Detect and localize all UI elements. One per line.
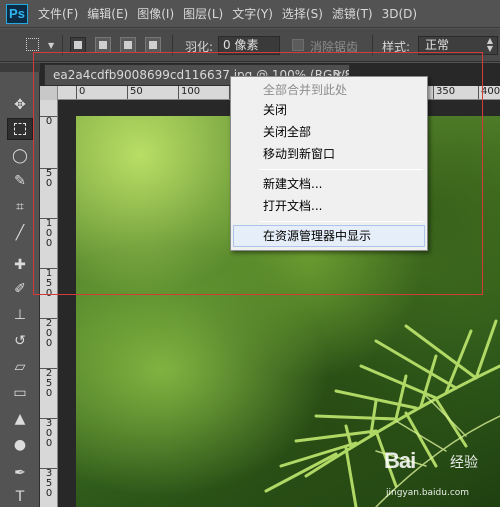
- menu-item-open-document[interactable]: 打开文档...: [233, 195, 425, 217]
- ruler-label: 400: [478, 86, 500, 99]
- eyedropper-icon[interactable]: ╱: [7, 222, 33, 244]
- ruler-label: 350: [433, 86, 455, 99]
- ruler-label: 100: [178, 86, 200, 99]
- ruler-label: 2 5 0: [40, 368, 57, 399]
- menu-item-move-to-new-window[interactable]: 移动到新窗口: [233, 143, 425, 165]
- baidu-logo: Bai: [384, 448, 416, 473]
- type-icon[interactable]: T: [7, 486, 33, 507]
- menu-item-show-in-explorer[interactable]: 在资源管理器中显示: [233, 225, 425, 247]
- dodge-icon[interactable]: ●: [7, 434, 33, 456]
- brush-icon[interactable]: ✐: [7, 278, 33, 300]
- marquee-preset-icon[interactable]: [26, 38, 39, 51]
- menu-edit[interactable]: 编辑(E): [87, 5, 137, 22]
- options-bar: ▼ 羽化: 0 像素 消除锯齿 样式: 正常 ▲ ▼: [0, 29, 500, 62]
- watermark-brand-text: 经验: [450, 455, 478, 471]
- menu-item-close-all[interactable]: 关闭全部: [233, 121, 425, 143]
- toolbar-header[interactable]: [0, 63, 40, 72]
- select-arrows-icon: ▲ ▼: [486, 36, 493, 53]
- baidu-watermark: Bai 经验 jingyan.baidu.com: [384, 444, 500, 507]
- menu-type[interactable]: 文字(Y): [232, 5, 282, 22]
- lasso-icon[interactable]: ◯: [7, 145, 33, 167]
- tools-panel: ✥ ◯ ✎ ⌗ ╱ ✚ ✐ ⊥ ↺ ▱ ▭ ▲ ● ✒ T: [0, 72, 40, 507]
- style-select-value: 正常: [425, 38, 450, 52]
- ruler-label: 3 0 0: [40, 418, 57, 449]
- ruler-label: 1 0 0: [40, 218, 57, 249]
- menu-separator: [259, 169, 423, 170]
- photoshop-logo: Ps: [6, 3, 28, 24]
- menu-bar: Ps 文件(F) 编辑(E) 图像(I) 图层(L) 文字(Y) 选择(S) 滤…: [0, 0, 500, 28]
- menu-file[interactable]: 文件(F): [38, 5, 87, 22]
- blur-icon[interactable]: ▲: [7, 408, 33, 430]
- ruler-label: 3 5 0: [40, 468, 57, 499]
- chevron-down-icon[interactable]: ▼: [48, 41, 54, 50]
- clone-stamp-icon[interactable]: ⊥: [7, 304, 33, 326]
- gradient-icon[interactable]: ▭: [7, 382, 33, 404]
- style-label: 样式:: [382, 40, 411, 54]
- feather-label: 羽化:: [185, 40, 214, 54]
- eraser-icon[interactable]: ▱: [7, 356, 33, 378]
- menu-separator: [259, 221, 423, 222]
- menu-3d[interactable]: 3D(D): [382, 7, 426, 21]
- menu-filter[interactable]: 滤镜(T): [332, 5, 382, 22]
- crop-icon[interactable]: ⌗: [7, 196, 33, 218]
- divider: [372, 35, 373, 55]
- add-to-selection-icon[interactable]: [95, 37, 111, 53]
- subtract-from-selection-icon[interactable]: [120, 37, 136, 53]
- antialias-label: 消除锯齿: [310, 40, 359, 54]
- intersect-selection-icon[interactable]: [145, 37, 161, 53]
- antialias-checkbox[interactable]: [292, 39, 304, 51]
- ruler-label: 0: [40, 116, 57, 127]
- pen-icon[interactable]: ✒: [7, 462, 33, 484]
- menu-item-merge-all: 全部合并到此处: [263, 83, 348, 97]
- ruler-label: 0: [76, 86, 85, 99]
- quick-select-icon[interactable]: ✎: [7, 170, 33, 192]
- ruler-label: 5 0: [40, 168, 57, 189]
- feather-input[interactable]: 0 像素: [218, 36, 280, 55]
- vertical-ruler[interactable]: 0 5 0 1 0 0 1 5 0 2 0 0 2 5 0 3 0 0 3 5 …: [40, 100, 58, 507]
- new-selection-icon[interactable]: [70, 37, 86, 53]
- menu-select[interactable]: 选择(S): [282, 5, 332, 22]
- ruler-label: 1 5 0: [40, 268, 57, 299]
- move-icon[interactable]: ✥: [7, 94, 33, 116]
- divider: [172, 35, 173, 55]
- menu-layer[interactable]: 图层(L): [183, 5, 232, 22]
- ruler-corner[interactable]: [40, 86, 58, 100]
- ruler-label: 50: [127, 86, 143, 99]
- menu-item-new-document[interactable]: 新建文档...: [233, 173, 425, 195]
- watermark-url: jingyan.baidu.com: [386, 488, 470, 498]
- healing-brush-icon[interactable]: ✚: [7, 254, 33, 276]
- menu-item-close[interactable]: 关闭: [233, 99, 425, 121]
- menu-image[interactable]: 图像(I): [137, 5, 183, 22]
- marquee-icon[interactable]: [7, 118, 33, 140]
- tab-context-menu: 全部合并到此处 关闭 关闭全部 移动到新窗口 新建文档... 打开文档... 在…: [230, 76, 428, 251]
- divider: [62, 35, 63, 55]
- ruler-label: 2 0 0: [40, 318, 57, 349]
- history-brush-icon[interactable]: ↺: [7, 330, 33, 352]
- style-select[interactable]: 正常 ▲ ▼: [418, 36, 498, 55]
